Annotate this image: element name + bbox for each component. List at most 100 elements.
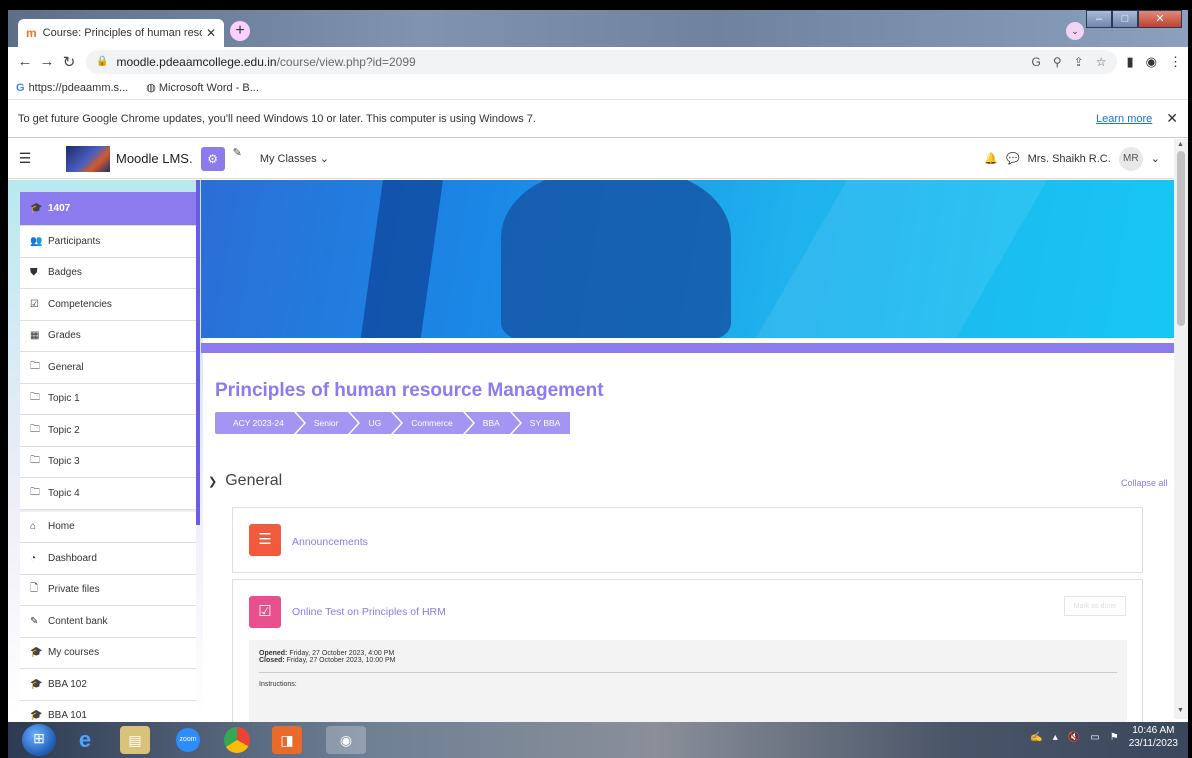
breadcrumb-item[interactable]: Commerce	[393, 412, 473, 434]
sidebar-item-my-courses[interactable]: 🎓 My courses	[20, 637, 196, 669]
sidebar-item-grades[interactable]: ▦ Grades	[20, 320, 196, 352]
share-icon[interactable]: ⇪	[1074, 55, 1084, 69]
network-icon[interactable]: ▭	[1090, 732, 1099, 743]
folder-icon: 🗀	[30, 455, 40, 467]
user-area: 🔔 💬 Mrs. Shaikh R.C. MR ⌄	[984, 146, 1174, 171]
sidebar-item-label: Participants	[48, 235, 101, 247]
sidebar-item-bba-102[interactable]: 🎓 BBA 102	[20, 669, 196, 701]
edit-icon[interactable]: ✎	[233, 146, 242, 159]
scrollbar-thumb[interactable]	[1177, 151, 1185, 326]
screen: m Course: Principles of human reso ✕ + ⌄…	[0, 0, 1192, 758]
browser-extras: ▮ ◉ ⋮	[1127, 54, 1183, 70]
graduation-cap-icon: 🎓	[30, 710, 43, 722]
chevron-down-icon[interactable]: ❯	[208, 475, 217, 488]
site-logo[interactable]	[66, 145, 110, 172]
volume-muted-icon[interactable]: 🔇	[1068, 732, 1080, 743]
lock-icon[interactable]: 🔒	[96, 56, 108, 67]
closed-label: Closed:	[259, 657, 285, 664]
forum-icon[interactable]: ☰	[249, 524, 281, 556]
infobar-close-icon[interactable]: ✕	[1166, 110, 1178, 127]
bookmarks-bar: Ghttps://pdeaamm.s... ◍ Microsoft Word -…	[8, 76, 1188, 100]
sidebar-item-private-files[interactable]: 🗋 Private files	[20, 574, 196, 606]
sidebar-item-topic-3[interactable]: 🗀 Topic 3	[20, 446, 196, 478]
scroll-down-icon[interactable]: ▼	[1177, 707, 1184, 714]
site-brand[interactable]: Moodle LMS.	[116, 151, 193, 166]
bookmark-item[interactable]: Ghttps://pdeaamm.s...	[16, 82, 128, 94]
chrome-icon[interactable]	[224, 727, 250, 753]
windows-start-icon[interactable]: ⊞	[22, 724, 56, 756]
section-header[interactable]: ❯ General	[208, 472, 282, 490]
browser-tab[interactable]: m Course: Principles of human reso ✕	[18, 19, 224, 47]
address-bar[interactable]: 🔒 moodle.pdeaamcollege.edu.in /course/vi…	[86, 49, 1117, 74]
file-explorer-icon[interactable]: ▤	[120, 726, 150, 754]
messages-icon[interactable]: 💬	[1006, 152, 1020, 165]
sidebar-item-home[interactable]: ⌂ Home	[20, 511, 196, 543]
hamburger-menu-icon[interactable]: ☰	[8, 150, 42, 167]
screen-edge	[1188, 0, 1192, 758]
avatar[interactable]: MR	[1118, 146, 1143, 171]
sidebar-item-content-bank[interactable]: ✎ Content bank	[20, 606, 196, 638]
sidebar-item-general[interactable]: 🗀 General	[20, 352, 196, 384]
sidebar-item-competencies[interactable]: ☑ Competencies	[20, 289, 196, 321]
scroll-up-icon[interactable]: ▲	[1177, 141, 1184, 148]
google-icon[interactable]: G	[1032, 55, 1041, 69]
tab-close-icon[interactable]: ✕	[206, 26, 216, 40]
browser-titlebar: m Course: Principles of human reso ✕ + ⌄…	[8, 10, 1188, 47]
chrome-taskbar-active-icon[interactable]: ◉	[326, 726, 366, 754]
zoom-icon[interactable]: ⚲	[1053, 55, 1062, 69]
announcements-link[interactable]: Announcements	[292, 536, 368, 548]
internet-explorer-icon[interactable]: e	[70, 726, 100, 754]
banner-decoration	[358, 180, 444, 338]
tray-expand-icon[interactable]: ▴	[1053, 732, 1058, 743]
forward-icon[interactable]: →	[36, 53, 58, 70]
new-tab-button[interactable]: +	[230, 21, 250, 41]
activity-dates: Opened: Friday, 27 October 2023, 4:00 PM…	[249, 640, 1127, 725]
reload-icon[interactable]: ↻	[58, 53, 80, 71]
notification-bell-icon[interactable]: 🔔	[984, 152, 998, 165]
tab-search-icon[interactable]: ⌄	[1066, 22, 1084, 40]
sidebar-item-topic-4[interactable]: 🗀 Topic 4	[20, 478, 196, 510]
drawer-nav-list: 🎓 1407 👥 Participants ⛊ Badges ☑ Competencies ▦ G…	[20, 192, 196, 732]
sidebar-item-topic-1[interactable]: 🗀 Topic 1	[20, 383, 196, 415]
breadcrumb-item[interactable]: ACY 2023-24	[215, 412, 304, 434]
checkbox-icon: ☑	[30, 298, 39, 310]
sidebar-item-label: Competencies	[48, 298, 112, 310]
maximize-button[interactable]: □	[1112, 10, 1138, 28]
folder-icon: 🗀	[30, 392, 40, 404]
sidebar-item-participants[interactable]: 👥 Participants	[20, 226, 196, 258]
breadcrumb-item[interactable]: SY BBA	[511, 412, 571, 434]
windows-taskbar: ⊞ e ▤ zoom ◨ ◉ ✍ ▴ 🔇 ▭ ⚑ 10:46 AM 23/11/…	[8, 722, 1188, 758]
sidebar-item-badges[interactable]: ⛊ Badges	[20, 257, 196, 289]
window-close-button[interactable]: ✕	[1138, 10, 1182, 28]
menu-icon[interactable]: ⋮	[1169, 54, 1182, 70]
learn-more-link[interactable]: Learn more	[1096, 113, 1152, 125]
sidebar-item-label: Content bank	[48, 615, 108, 627]
zoom-app-icon[interactable]: zoom	[176, 728, 200, 752]
profile-icon[interactable]: ◉	[1146, 54, 1157, 70]
moodle-favicon-icon: m	[26, 26, 37, 40]
settings-gear-icon[interactable]: ⚙	[200, 146, 225, 171]
quiz-link[interactable]: Online Test on Principles of HRM	[292, 606, 446, 618]
sidebar-item-1407[interactable]: 🎓 1407	[20, 192, 196, 226]
opened-label: Opened:	[259, 650, 288, 657]
mark-as-done-button[interactable]: Mark as done	[1064, 596, 1126, 616]
collapse-all-link[interactable]: Collapse all	[1121, 478, 1168, 488]
clock-time: 10:46 AM	[1132, 725, 1175, 736]
bookmark-item[interactable]: ◍ Microsoft Word - B...	[146, 81, 259, 94]
page-scrollbar[interactable]: ▲ ▼	[1174, 139, 1188, 719]
quiz-icon[interactable]: ☑	[249, 596, 281, 628]
orange-app-icon[interactable]: ◨	[272, 726, 302, 754]
user-menu-chevron-icon[interactable]: ⌄	[1151, 152, 1160, 165]
bookmark-star-icon[interactable]: ☆	[1096, 55, 1107, 69]
minimize-button[interactable]: –	[1086, 10, 1112, 28]
clock[interactable]: 10:46 AM 23/11/2023	[1129, 724, 1178, 750]
my-classes-menu[interactable]: My Classes ⌄	[260, 152, 329, 165]
sidebar-item-dashboard[interactable]: ◔ Dashboard	[20, 543, 196, 575]
sidebar-item-topic-2[interactable]: 🗀 Topic 2	[20, 415, 196, 447]
side-panel-icon[interactable]: ▮	[1127, 54, 1134, 70]
user-name[interactable]: Mrs. Shaikh R.C.	[1028, 153, 1111, 165]
divider	[259, 672, 1117, 673]
pen-icon[interactable]: ✍	[1030, 732, 1042, 743]
flag-icon[interactable]: ⚑	[1110, 732, 1119, 743]
back-icon[interactable]: ←	[14, 53, 36, 70]
